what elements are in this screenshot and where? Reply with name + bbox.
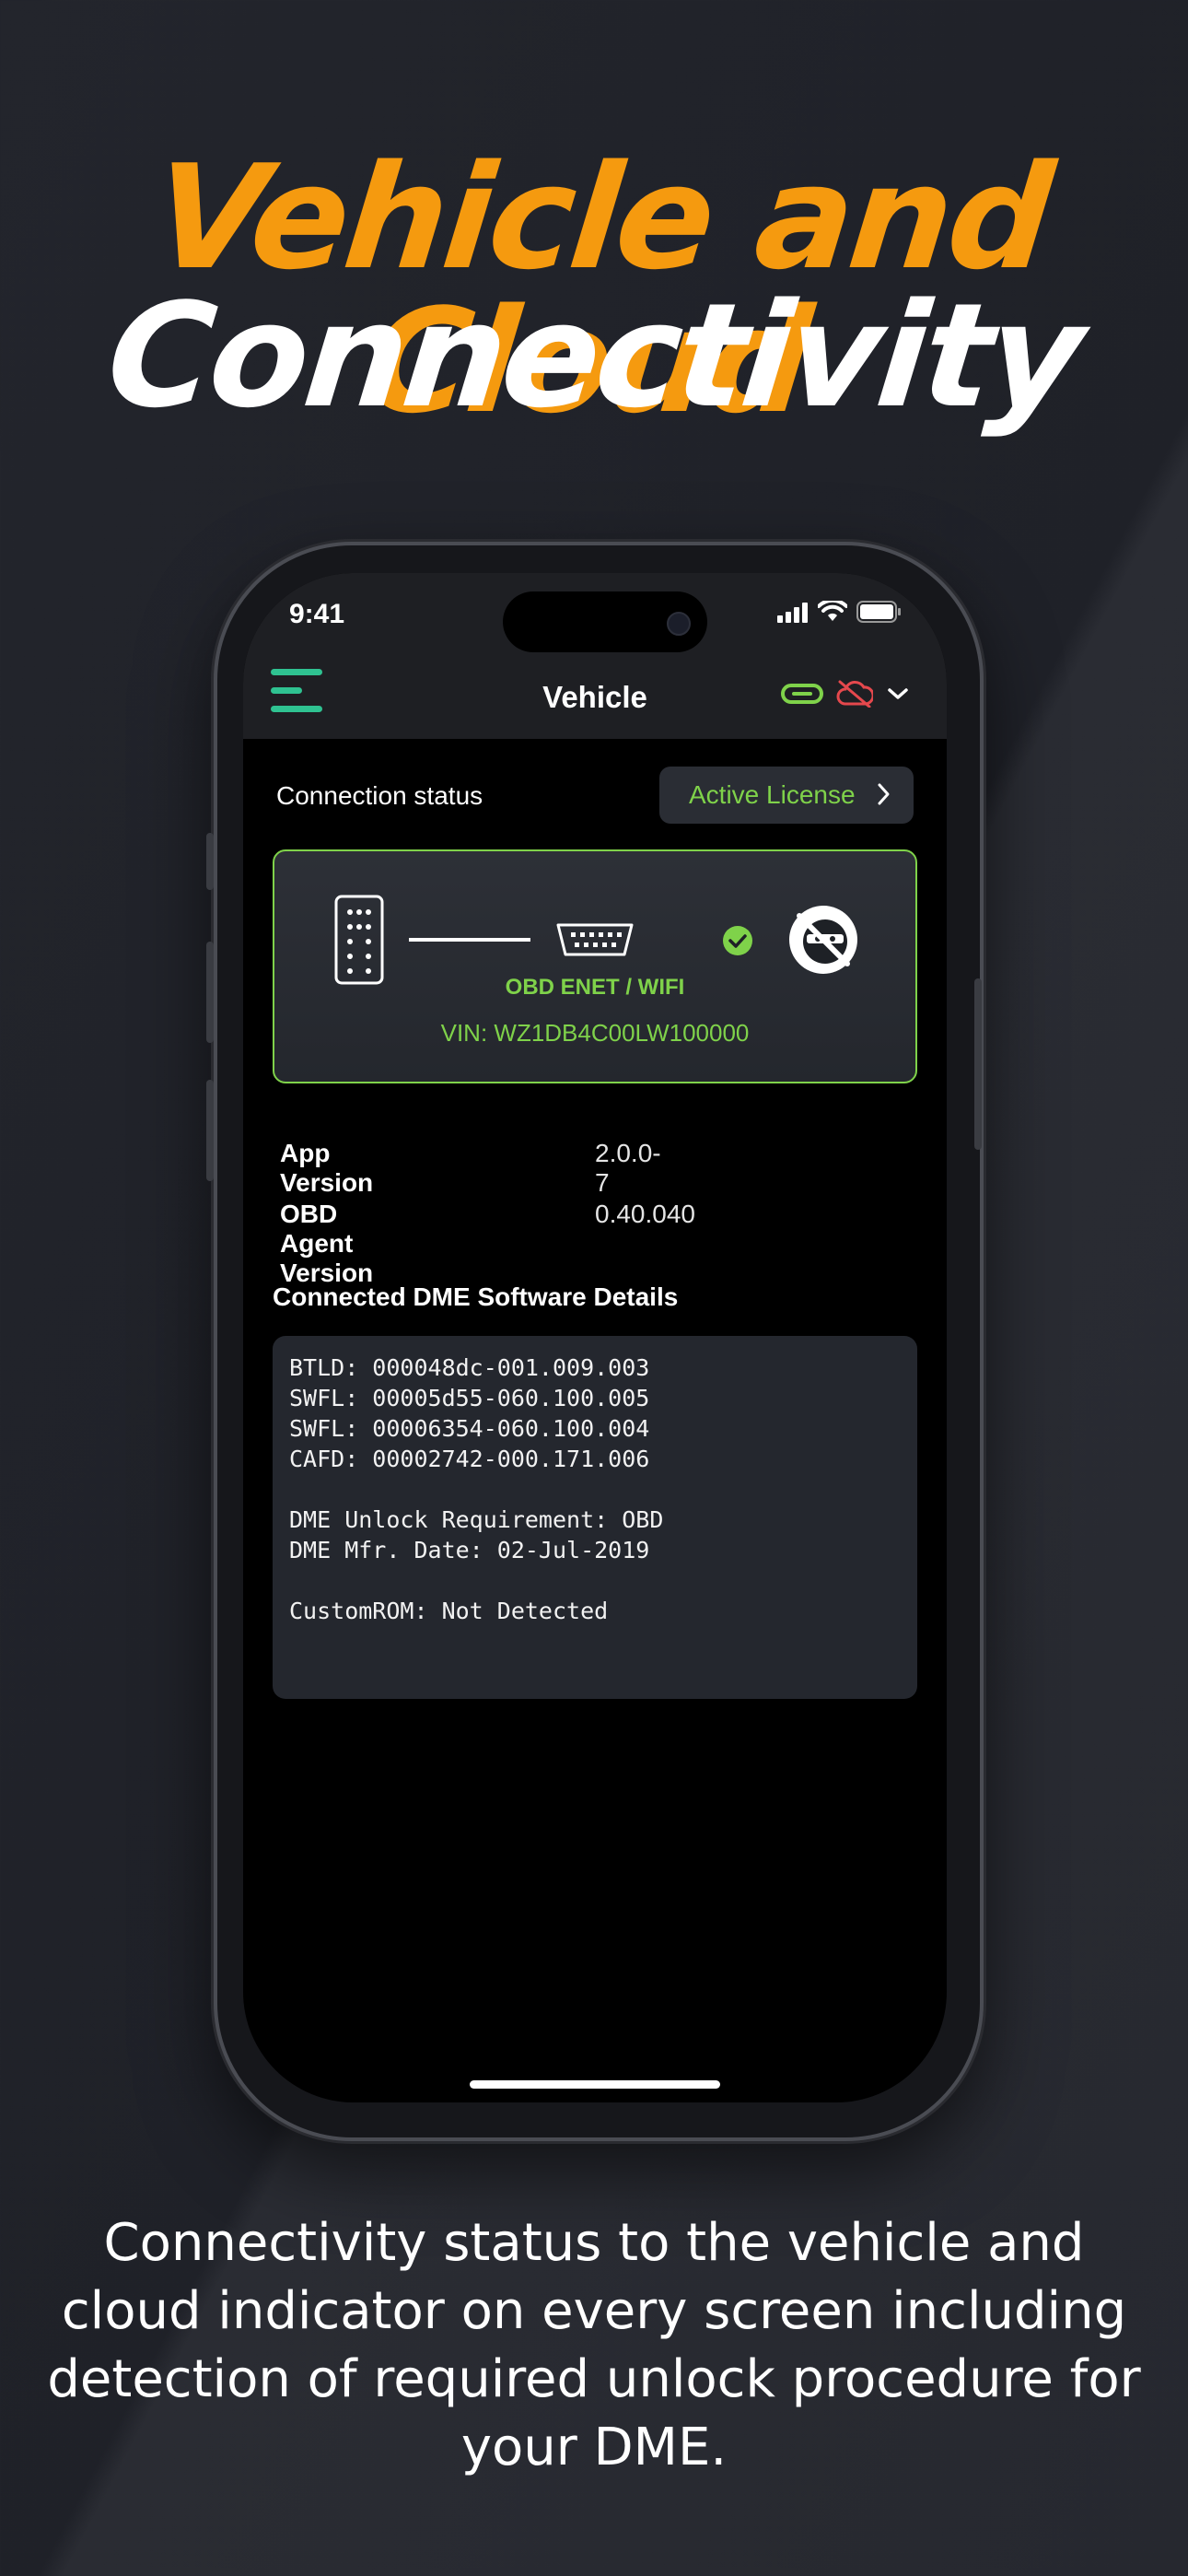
connection-card: OBD ENET / WIFI VIN: WZ1DB4C00LW100000 — [273, 849, 917, 1083]
navbar: Vehicle — [243, 654, 947, 743]
vin-label: VIN: WZ1DB4C00LW100000 — [440, 1019, 750, 1047]
adapter-label: OBD ENET / WIFI — [505, 975, 685, 1000]
link-icon[interactable] — [781, 682, 823, 706]
dynamic-island — [503, 591, 707, 652]
wifi-icon — [818, 601, 847, 621]
app-version-value: 2.0.0-7 — [595, 1139, 661, 1197]
phone-screen: 9:41 Vehicle Connection status Active Li… — [243, 573, 947, 2102]
app-version-label: App Version — [280, 1139, 374, 1197]
silent-switch — [206, 833, 214, 890]
chevron-right-icon — [878, 783, 890, 805]
connection-row: Connection status Active License — [276, 767, 914, 824]
nav-status-icons — [781, 680, 910, 708]
battery-icon — [856, 601, 901, 623]
volume-down-button — [206, 1080, 214, 1181]
obd-connector-icon — [556, 923, 634, 956]
active-license-label: Active License — [689, 780, 856, 809]
phone-device-icon — [334, 895, 384, 985]
connection-status-label: Connection status — [276, 781, 483, 810]
caption: Connectivity status to the vehicle and c… — [47, 2213, 1141, 2477]
status-icons — [777, 601, 903, 623]
camera-icon — [667, 612, 691, 636]
headline-line2: Connectivity — [99, 272, 1089, 439]
signal-icon — [777, 603, 808, 623]
volume-up-button — [206, 942, 214, 1043]
obd-agent-version-label: OBD Agent Version — [280, 1200, 374, 1287]
chevron-down-icon[interactable] — [886, 685, 910, 702]
obd-agent-version-value: 0.40.040 — [595, 1200, 695, 1228]
dme-robber-icon — [789, 906, 857, 974]
dme-details: BTLD: 000048dc-001.009.003 SWFL: 00005d5… — [273, 1336, 917, 1699]
status-time: 9:41 — [289, 599, 345, 629]
home-indicator[interactable] — [470, 2080, 720, 2089]
dme-section-title: Connected DME Software Details — [273, 1282, 679, 1311]
connection-line — [409, 938, 530, 942]
active-license-button[interactable]: Active License — [659, 767, 914, 824]
check-icon — [723, 926, 752, 955]
side-button — [974, 978, 982, 1150]
cloud-off-icon[interactable] — [836, 680, 873, 708]
